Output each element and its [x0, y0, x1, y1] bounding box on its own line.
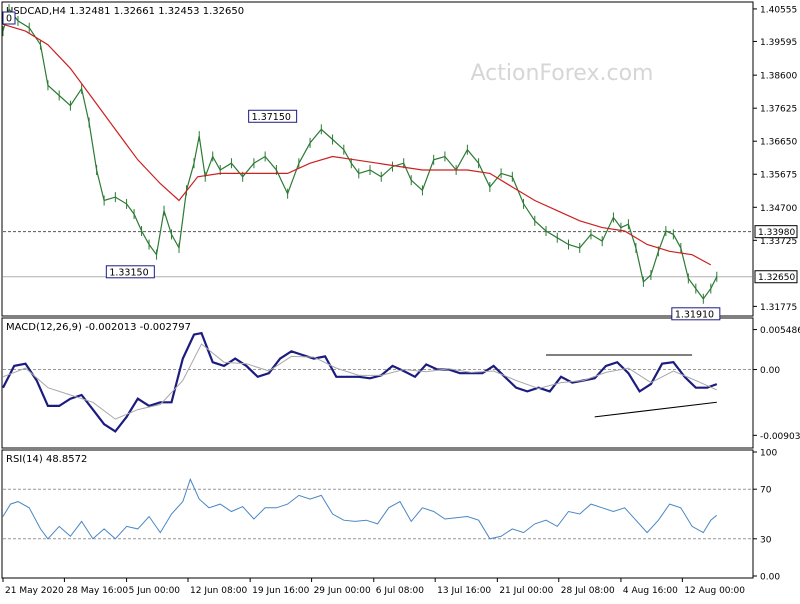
macd-y-tick-label: 0.00: [760, 366, 780, 376]
chart-canvas: ActionForex.com USDCAD,H4 1.32481 1.3266…: [0, 0, 800, 600]
macd-title: MACD(12,26,9) -0.002013 -0.002797: [6, 322, 191, 333]
rsi-y-tick-label: 100: [760, 449, 777, 459]
price-annotation-label: 1.31910: [675, 309, 714, 320]
x-tick-label: 5 Jun 00:00: [129, 586, 181, 596]
rsi-y-tick-label: 70: [760, 486, 772, 496]
watermark: ActionForex.com: [471, 61, 654, 86]
x-tick-label: 19 Jun 16:00: [252, 586, 309, 596]
x-tick-label: 21 May 2020: [5, 586, 64, 596]
x-tick-label: 13 Jul 16:00: [437, 586, 491, 596]
x-tick-label: 28 May 16:00: [66, 586, 128, 596]
price-y-tick-label: 1.31775: [760, 303, 797, 313]
x-tick-label: 6 Jul 08:00: [376, 586, 425, 596]
macd-y-tick-label: 0.005486: [760, 326, 800, 336]
price-y-tick-label: 1.38600: [760, 72, 797, 82]
price-y-tick-label: 1.40555: [760, 5, 797, 15]
x-tick-label: 12 Jun 08:00: [190, 586, 247, 596]
price-title: USDCAD,H4 1.32481 1.32661 1.32453 1.3265…: [6, 6, 244, 17]
price-y-tick-label: 1.37625: [760, 105, 797, 115]
x-tick-label: 29 Jun 00:00: [314, 586, 371, 596]
rsi-y-tick-label: 0.00: [760, 573, 780, 583]
price-y-tick-label: 1.36650: [760, 138, 797, 148]
price-y-tick-label: 1.34700: [760, 204, 797, 214]
price-y-tick-label: 1.39595: [760, 38, 797, 48]
price-annotation-label: 1.33150: [109, 267, 148, 278]
x-tick-label: 4 Aug 16:00: [623, 586, 678, 596]
chart-root: ActionForex.com USDCAD,H4 1.32481 1.3266…: [0, 0, 800, 600]
x-tick-label: 28 Jul 08:00: [561, 586, 615, 596]
rsi-title: RSI(14) 48.8572: [6, 454, 87, 465]
price-annotation-label: 0: [6, 14, 12, 25]
macd-y-tick-label: -0.009034: [760, 432, 800, 442]
price-y-tick-label: 1.35675: [760, 171, 797, 181]
current-price-label: 1.32650: [758, 273, 795, 283]
price-y-tick-label: 1.33725: [760, 237, 797, 247]
price-annotation-label: 1.37150: [252, 112, 291, 123]
x-tick-label: 21 Jul 00:00: [499, 586, 553, 596]
rsi-y-tick-label: 30: [760, 535, 772, 545]
x-tick-label: 12 Aug 00:00: [684, 586, 745, 596]
